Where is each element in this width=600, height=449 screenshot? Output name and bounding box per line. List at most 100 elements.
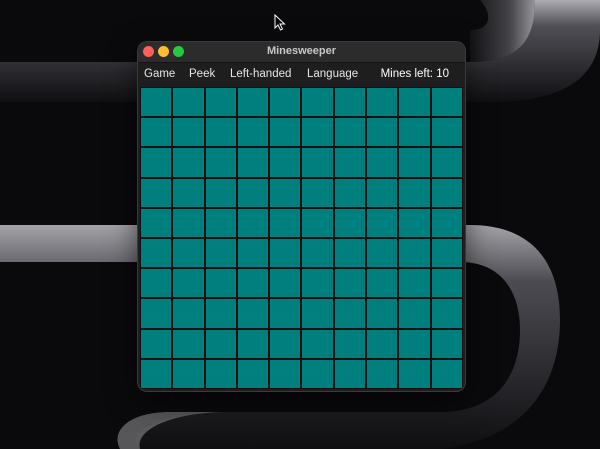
covered-cell[interactable]	[431, 208, 462, 237]
menu-left-handed[interactable]: Left-handed	[230, 68, 291, 80]
covered-cell[interactable]	[367, 208, 398, 237]
covered-cell[interactable]	[237, 359, 269, 388]
covered-cell[interactable]	[205, 359, 236, 388]
covered-cell[interactable]	[302, 88, 333, 117]
covered-cell[interactable]	[399, 269, 430, 298]
covered-cell[interactable]	[173, 269, 204, 298]
covered-cell[interactable]	[173, 208, 204, 237]
covered-cell[interactable]	[302, 359, 333, 388]
covered-cell[interactable]	[334, 329, 366, 358]
covered-cell[interactable]	[270, 299, 301, 328]
covered-cell[interactable]	[270, 88, 301, 117]
covered-cell[interactable]	[270, 239, 301, 268]
covered-cell[interactable]	[270, 359, 301, 388]
covered-cell[interactable]	[205, 269, 236, 298]
covered-cell[interactable]	[367, 359, 398, 388]
covered-cell[interactable]	[141, 178, 172, 207]
covered-cell[interactable]	[302, 269, 333, 298]
covered-cell[interactable]	[141, 329, 172, 358]
covered-cell[interactable]	[237, 208, 269, 237]
covered-cell[interactable]	[367, 88, 398, 117]
covered-cell[interactable]	[205, 208, 236, 237]
covered-cell[interactable]	[399, 118, 430, 147]
covered-cell[interactable]	[367, 299, 398, 328]
covered-cell[interactable]	[399, 239, 430, 268]
covered-cell[interactable]	[173, 359, 204, 388]
covered-cell[interactable]	[237, 118, 269, 147]
covered-cell[interactable]	[237, 239, 269, 268]
covered-cell[interactable]	[399, 208, 430, 237]
covered-cell[interactable]	[141, 269, 172, 298]
covered-cell[interactable]	[141, 88, 172, 117]
covered-cell[interactable]	[302, 299, 333, 328]
covered-cell[interactable]	[367, 118, 398, 147]
covered-cell[interactable]	[205, 178, 236, 207]
covered-cell[interactable]	[334, 359, 366, 388]
covered-cell[interactable]	[367, 329, 398, 358]
covered-cell[interactable]	[334, 148, 366, 177]
menu-language[interactable]: Language	[307, 68, 358, 80]
covered-cell[interactable]	[399, 359, 430, 388]
covered-cell[interactable]	[205, 88, 236, 117]
covered-cell[interactable]	[141, 299, 172, 328]
covered-cell[interactable]	[205, 299, 236, 328]
covered-cell[interactable]	[173, 118, 204, 147]
covered-cell[interactable]	[399, 329, 430, 358]
covered-cell[interactable]	[237, 269, 269, 298]
covered-cell[interactable]	[173, 239, 204, 268]
covered-cell[interactable]	[205, 329, 236, 358]
menu-game[interactable]: Game	[144, 68, 175, 80]
covered-cell[interactable]	[141, 208, 172, 237]
covered-cell[interactable]	[270, 178, 301, 207]
covered-cell[interactable]	[367, 178, 398, 207]
covered-cell[interactable]	[431, 359, 462, 388]
covered-cell[interactable]	[173, 178, 204, 207]
covered-cell[interactable]	[367, 239, 398, 268]
covered-cell[interactable]	[334, 88, 366, 117]
covered-cell[interactable]	[334, 178, 366, 207]
covered-cell[interactable]	[399, 299, 430, 328]
covered-cell[interactable]	[270, 208, 301, 237]
covered-cell[interactable]	[302, 329, 333, 358]
covered-cell[interactable]	[237, 299, 269, 328]
covered-cell[interactable]	[237, 148, 269, 177]
covered-cell[interactable]	[173, 299, 204, 328]
covered-cell[interactable]	[270, 118, 301, 147]
covered-cell[interactable]	[431, 148, 462, 177]
covered-cell[interactable]	[367, 269, 398, 298]
covered-cell[interactable]	[302, 118, 333, 147]
covered-cell[interactable]	[173, 329, 204, 358]
covered-cell[interactable]	[334, 118, 366, 147]
covered-cell[interactable]	[431, 88, 462, 117]
covered-cell[interactable]	[141, 239, 172, 268]
covered-cell[interactable]	[431, 178, 462, 207]
covered-cell[interactable]	[431, 299, 462, 328]
covered-cell[interactable]	[237, 178, 269, 207]
covered-cell[interactable]	[205, 148, 236, 177]
covered-cell[interactable]	[431, 269, 462, 298]
covered-cell[interactable]	[237, 329, 269, 358]
covered-cell[interactable]	[270, 329, 301, 358]
covered-cell[interactable]	[205, 118, 236, 147]
covered-cell[interactable]	[431, 118, 462, 147]
covered-cell[interactable]	[141, 359, 172, 388]
covered-cell[interactable]	[302, 178, 333, 207]
covered-cell[interactable]	[431, 329, 462, 358]
covered-cell[interactable]	[334, 269, 366, 298]
covered-cell[interactable]	[205, 239, 236, 268]
covered-cell[interactable]	[302, 208, 333, 237]
covered-cell[interactable]	[270, 148, 301, 177]
covered-cell[interactable]	[334, 208, 366, 237]
covered-cell[interactable]	[237, 88, 269, 117]
title-bar[interactable]: Minesweeper	[138, 42, 465, 63]
covered-cell[interactable]	[367, 148, 398, 177]
covered-cell[interactable]	[399, 148, 430, 177]
covered-cell[interactable]	[302, 148, 333, 177]
covered-cell[interactable]	[141, 148, 172, 177]
covered-cell[interactable]	[431, 239, 462, 268]
covered-cell[interactable]	[399, 88, 430, 117]
covered-cell[interactable]	[173, 88, 204, 117]
covered-cell[interactable]	[399, 178, 430, 207]
covered-cell[interactable]	[334, 299, 366, 328]
covered-cell[interactable]	[302, 239, 333, 268]
